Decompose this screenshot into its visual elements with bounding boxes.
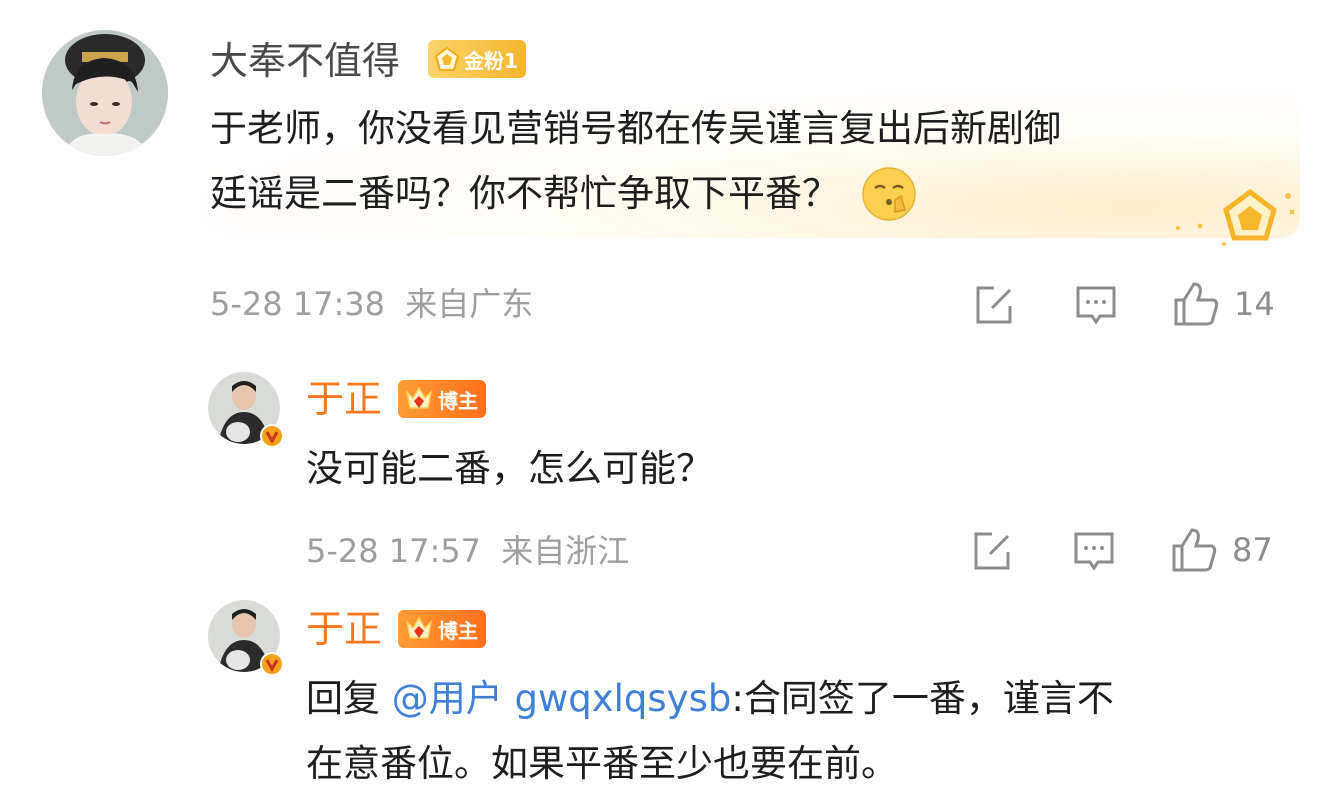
gold-fan-badge[interactable]: 金粉1: [428, 40, 526, 78]
comment-button[interactable]: [1074, 284, 1118, 328]
comment-text: 没可能二番，怎么可能？: [306, 447, 713, 490]
avatar[interactable]: [42, 30, 168, 156]
comment-date: 5-28 17:57: [306, 532, 482, 570]
shush-emoji: [862, 166, 916, 221]
reply-prefix: 回复: [306, 677, 380, 720]
like-button[interactable]: 87: [1170, 526, 1273, 574]
like-count: 87: [1232, 531, 1273, 569]
comment-location: 来自广东: [405, 285, 534, 323]
comment-meta: 5-28 17:57 来自浙江: [306, 535, 629, 567]
badge-label: 金粉1: [464, 48, 518, 73]
gold-fan-decoration-icon: [1176, 188, 1295, 246]
badge-label: 博主: [438, 618, 478, 643]
username[interactable]: 于正: [306, 610, 382, 648]
repost-button[interactable]: [972, 284, 1016, 328]
comment-text-line-1: 回复 @用户 gwqxlqsysb:合同签了一番，谨言不: [306, 666, 1114, 731]
reply-1: 于正 博主 没可能二番，怎么可能？ 5-28 17:57 来自浙江 87: [0, 360, 1320, 590]
comment-1: 大奉不值得 金粉1 于老师，你没看见营销号都在传吴谨言复出后新剧御 廷谣是二番吗…: [0, 0, 1320, 350]
comment-meta: 5-28 17:38 来自广东: [210, 288, 533, 320]
mention-link[interactable]: @用户 gwqxlqsysb: [392, 677, 732, 720]
comment-icon: [1074, 532, 1114, 571]
like-button[interactable]: 14: [1172, 280, 1275, 328]
username[interactable]: 于正: [306, 380, 382, 418]
avatar-wrapper[interactable]: [208, 372, 290, 454]
comment-button[interactable]: [1072, 530, 1116, 574]
verified-icon: [260, 424, 284, 448]
comment-icon: [1076, 286, 1116, 325]
like-count: 14: [1234, 285, 1275, 323]
repost-icon: [974, 532, 1010, 570]
comment-location: 来自浙江: [501, 532, 630, 570]
avatar-image: [42, 30, 168, 156]
badge-label: 博主: [438, 388, 478, 413]
comment-text-line-2: 廷谣是二番吗？你不帮忙争取下平番？: [210, 161, 917, 226]
gold-fan-icon: [434, 46, 460, 71]
comment-date: 5-28 17:38: [210, 285, 386, 323]
crown-icon: [405, 616, 433, 639]
reply-2: 于正 博主 回复 @用户 gwqxlqsysb:合同签了一番，谨言不 在意番位。…: [0, 590, 1320, 788]
comment-text-line-2: 在意番位。如果平番至少也要在前。: [306, 742, 898, 785]
verified-icon: [260, 652, 284, 676]
like-icon: [1172, 528, 1217, 572]
comment-text-line-1: 于老师，你没看见营销号都在传吴谨言复出后新剧御: [210, 107, 1061, 150]
repost-button[interactable]: [970, 530, 1014, 574]
username[interactable]: 大奉不值得: [210, 42, 400, 80]
like-icon: [1174, 282, 1219, 326]
blogger-badge[interactable]: 博主: [398, 380, 486, 418]
comment-text: :合同签了一番，谨言不: [731, 677, 1114, 720]
comment-text: 廷谣是二番吗？你不帮忙争取下平番？: [210, 172, 839, 215]
crown-icon: [405, 386, 433, 409]
blogger-badge[interactable]: 博主: [398, 610, 486, 648]
repost-icon: [976, 286, 1012, 324]
avatar-wrapper[interactable]: [208, 600, 290, 682]
